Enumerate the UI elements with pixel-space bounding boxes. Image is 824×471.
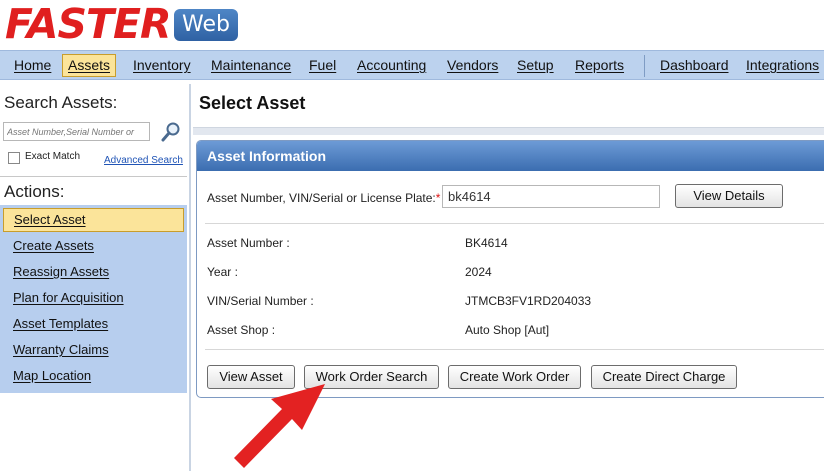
nav-maintenance[interactable]: Maintenance [206,54,296,77]
exact-match-checkbox[interactable] [8,152,20,164]
view-details-button[interactable]: View Details [675,184,783,208]
action-reassign-assets[interactable]: Reassign Assets [3,260,184,284]
top-nav: Home Assets Inventory Maintenance Fuel A… [0,50,824,80]
pane-splitter[interactable] [189,84,191,471]
lookup-label: Asset Number, VIN/Serial or License Plat… [207,191,441,205]
advanced-search-link[interactable]: Advanced Search [104,155,183,166]
search-assets-title: Search Assets: [4,93,118,112]
sidebar-divider [0,176,187,177]
section-divider [205,349,824,350]
exact-match-label: Exact Match [25,151,81,162]
year-label: Year : [207,265,238,279]
year-value: 2024 [465,265,492,279]
required-marker: * [435,191,441,205]
action-plan-for-acquisition[interactable]: Plan for Acquisition [3,286,184,310]
search-icon[interactable] [160,121,182,143]
callout-arrow-icon [234,384,325,468]
action-warranty-claims[interactable]: Warranty Claims [3,338,184,362]
nav-assets[interactable]: Assets [62,54,117,77]
nav-vendors[interactable]: Vendors [442,54,503,77]
app-header: FASTER Web [0,0,824,50]
asset-shop-label: Asset Shop : [207,323,276,337]
nav-fuel[interactable]: Fuel [304,54,341,77]
actions-panel: Select Asset Create Assets Reassign Asse… [0,205,187,393]
action-asset-templates[interactable]: Asset Templates [3,312,184,336]
nav-home[interactable]: Home [9,54,56,77]
vin-serial-label: VIN/Serial Number : [207,294,314,308]
asset-shop-value: Auto Shop [Aut] [465,323,550,337]
nav-integrations[interactable]: Integrations [741,54,824,77]
asset-lookup-input[interactable] [442,185,660,208]
web-logo-badge: Web [174,9,238,41]
search-assets-input[interactable] [3,122,150,141]
asset-number-label: Asset Number : [207,236,290,250]
create-direct-charge-button[interactable]: Create Direct Charge [591,365,737,389]
action-select-asset[interactable]: Select Asset [3,208,184,232]
nav-dashboard[interactable]: Dashboard [655,54,734,77]
page-title: Select Asset [199,93,306,113]
title-divider [193,127,824,135]
nav-inventory[interactable]: Inventory [128,54,196,77]
nav-separator [644,55,645,77]
actions-title: Actions: [4,182,65,201]
action-map-location[interactable]: Map Location [3,364,184,388]
create-work-order-button[interactable]: Create Work Order [448,365,581,389]
asset-information-panel: Asset Information Asset Number, VIN/Seri… [196,140,824,398]
section-divider [205,223,824,224]
nav-reports[interactable]: Reports [570,54,629,77]
faster-logo: FASTER [5,0,172,48]
panel-header: Asset Information [197,141,824,171]
vin-serial-value: JTMCB3FV1RD204033 [465,294,592,308]
nav-setup[interactable]: Setup [512,54,559,77]
nav-accounting[interactable]: Accounting [352,54,431,77]
asset-number-value: BK4614 [465,236,508,250]
action-create-assets[interactable]: Create Assets [3,234,184,258]
